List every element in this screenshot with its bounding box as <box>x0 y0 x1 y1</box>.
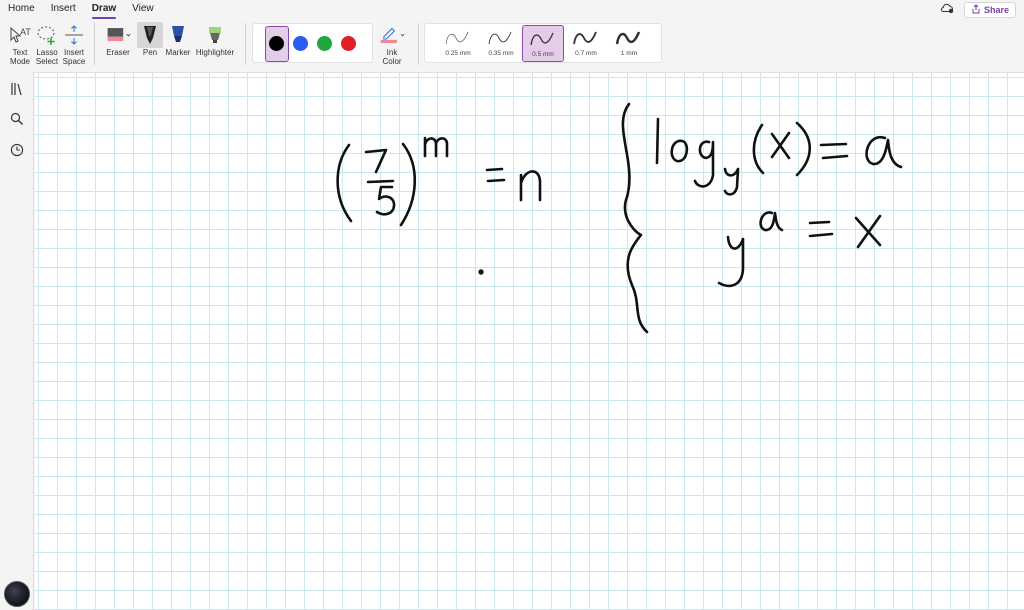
insert-space-button[interactable]: Insert Space <box>60 22 88 66</box>
color-swatch-red[interactable] <box>341 36 356 51</box>
thickness-label: 0.5 mm <box>532 51 554 58</box>
avatar[interactable] <box>4 581 30 607</box>
pen-icon <box>137 22 163 48</box>
text-mode-icon: AT <box>7 22 33 48</box>
ink-color-label: Ink Color <box>382 48 402 66</box>
insert-space-label: Insert Space <box>62 48 86 66</box>
ribbon-separator <box>94 23 95 65</box>
pen-thickness-panel: 0.25 mm 0.35 mm 0.5 mm 0.7 mm 1 mm <box>424 23 662 63</box>
stroke-sample-icon <box>530 32 554 46</box>
ink-color-button[interactable]: Ink Color <box>375 22 409 66</box>
highlighter-button[interactable]: Highlighter <box>194 22 236 57</box>
recent-icon[interactable] <box>9 142 25 158</box>
share-label: Share <box>983 5 1009 15</box>
tab-draw[interactable]: Draw <box>84 0 124 19</box>
thickness-label: 0.7 mm <box>575 50 597 57</box>
marker-icon <box>165 22 191 48</box>
pen-label: Pen <box>142 48 158 57</box>
eraser-icon <box>105 22 131 48</box>
text-mode-label: Text Mode <box>9 48 30 66</box>
color-swatch-green[interactable] <box>317 36 332 51</box>
tab-home[interactable]: Home <box>0 0 43 19</box>
color-swatch-black[interactable] <box>269 36 284 51</box>
handwriting-ink <box>336 102 903 334</box>
ribbon-separator <box>418 23 419 65</box>
lasso-icon <box>34 22 60 48</box>
stroke-sample-icon <box>615 31 641 45</box>
stroke-sample-icon <box>573 31 597 45</box>
share-icon <box>971 4 981 16</box>
lasso-select-label: Lasso Select <box>35 48 59 66</box>
eraser-label: Eraser <box>106 48 130 57</box>
thickness-label: 0.25 mm <box>445 50 471 57</box>
thickness-option-1[interactable]: 1 mm <box>608 25 650 62</box>
marker-label: Marker <box>165 48 191 57</box>
thickness-label: 1 mm <box>620 50 638 57</box>
thickness-option-0.35[interactable]: 0.35 mm <box>480 25 522 62</box>
pen-button[interactable]: Pen <box>137 22 163 57</box>
highlighter-icon <box>202 22 228 48</box>
note-canvas[interactable] <box>35 72 1024 610</box>
lasso-select-button[interactable]: Lasso Select <box>33 22 61 66</box>
marker-button[interactable]: Marker <box>164 22 192 57</box>
app-window: Home Insert Draw View Share AT Text Mode <box>0 0 1024 610</box>
ink-color-icon <box>379 22 405 48</box>
sync-status-icon[interactable] <box>940 1 954 19</box>
menu-bar: Home Insert Draw View Share <box>0 0 1024 19</box>
left-sidebar <box>0 72 34 610</box>
thickness-label: 0.35 mm <box>488 50 514 57</box>
tab-insert[interactable]: Insert <box>43 0 84 19</box>
ink-color-palette <box>252 23 373 63</box>
highlighter-label: Highlighter <box>195 48 235 57</box>
stroke-sample-icon <box>445 31 469 45</box>
stroke-sample-icon <box>488 31 512 45</box>
thickness-option-0.7[interactable]: 0.7 mm <box>565 25 607 62</box>
share-button[interactable]: Share <box>963 2 1016 18</box>
insert-space-icon <box>61 22 87 48</box>
eraser-button[interactable]: Eraser <box>102 22 134 57</box>
ribbon-separator <box>245 23 246 65</box>
tab-view[interactable]: View <box>124 0 162 19</box>
text-mode-button[interactable]: AT Text Mode <box>6 22 34 66</box>
svg-text:AT: AT <box>20 27 31 37</box>
library-icon[interactable] <box>9 81 25 97</box>
search-icon[interactable] <box>9 111 25 127</box>
color-swatch-blue[interactable] <box>293 36 308 51</box>
thickness-option-0.5[interactable]: 0.5 mm <box>522 25 564 62</box>
thickness-option-0.25[interactable]: 0.25 mm <box>437 25 479 62</box>
right-tools: Share <box>940 1 1016 19</box>
draw-ribbon: AT Text Mode Lasso Select Insert Space E… <box>0 19 1024 70</box>
